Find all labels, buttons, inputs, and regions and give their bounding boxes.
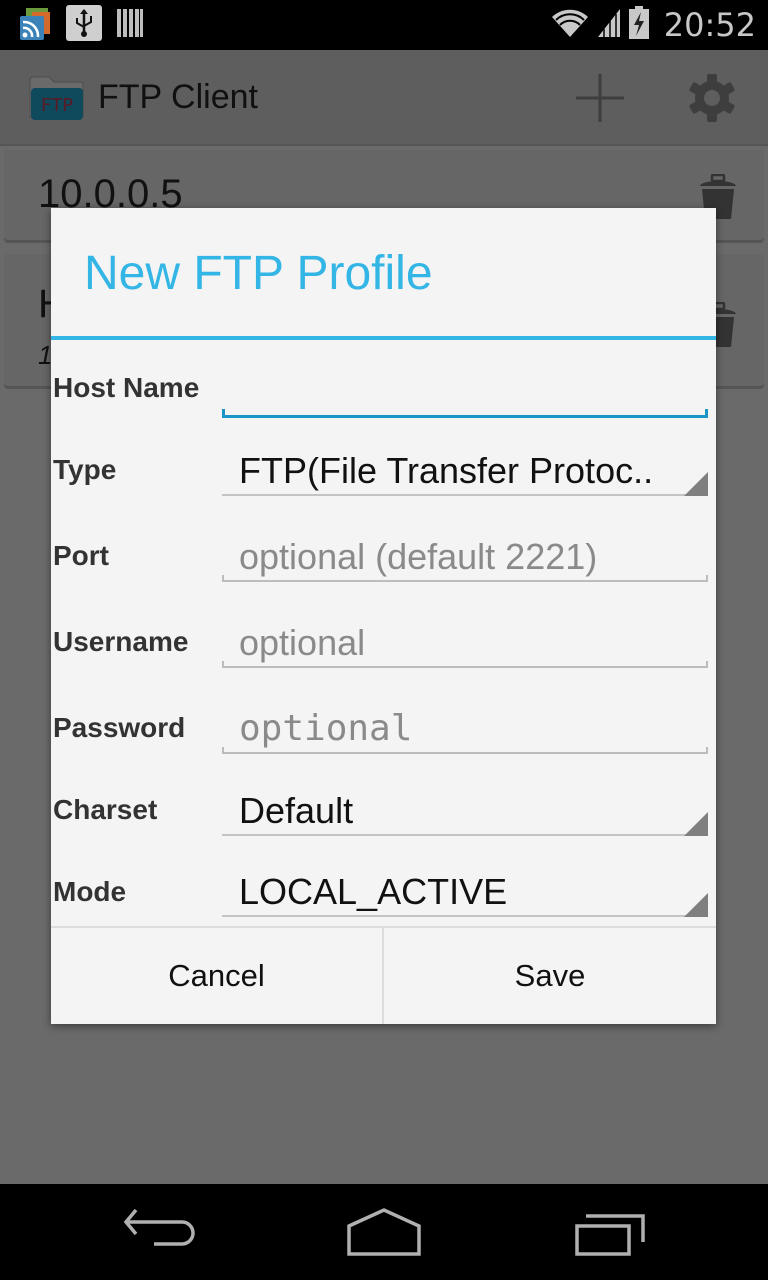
battery-charging-icon (628, 5, 650, 45)
navigation-bar (0, 1184, 768, 1280)
password-label: Password (53, 712, 186, 743)
title-divider (51, 336, 716, 340)
status-bar: 20:52 (0, 0, 768, 50)
password-placeholder: optional (239, 708, 413, 749)
add-profile-button[interactable] (572, 70, 628, 126)
mode-row: Mode LOCAL_ACTIVE (51, 862, 716, 924)
back-button[interactable] (114, 1204, 204, 1260)
back-icon (123, 1208, 195, 1246)
port-row: Port optional (default 2221) (51, 526, 716, 588)
home-button[interactable] (339, 1204, 429, 1260)
dialog-title: New FTP Profile (84, 247, 433, 300)
status-clock: 20:52 (663, 6, 756, 44)
port-placeholder: optional (default 2221) (239, 536, 598, 577)
port-label: Port (53, 540, 109, 571)
dropdown-arrow-icon (684, 472, 708, 496)
type-label: Type (53, 454, 117, 485)
username-placeholder: optional (239, 622, 366, 663)
recent-apps-button[interactable] (565, 1204, 655, 1260)
rss-feed-icon (18, 6, 52, 45)
home-icon (347, 1208, 421, 1256)
charset-row: Charset Default (51, 780, 716, 842)
cell-signal-icon (596, 7, 622, 44)
action-bar: FTP FTP Client (0, 50, 768, 146)
save-button[interactable]: Save (384, 928, 716, 1024)
settings-button[interactable] (686, 72, 738, 124)
barcode-icon (116, 7, 144, 44)
add-icon (576, 74, 624, 122)
dialog-button-bar: Cancel Save (51, 926, 716, 1024)
dropdown-arrow-icon (684, 812, 708, 836)
new-ftp-profile-dialog: New FTP Profile Host Name Type FTP(File … (51, 208, 716, 1024)
svg-text:FTP: FTP (41, 95, 73, 116)
username-row: Username optional (51, 612, 716, 674)
port-input[interactable]: optional (default 2221) (222, 532, 708, 582)
type-spinner[interactable]: FTP(File Transfer Protoc.. (222, 446, 708, 496)
password-input[interactable]: optional (222, 704, 708, 754)
recent-apps-icon (575, 1214, 645, 1256)
mode-label: Mode (53, 876, 127, 907)
password-row: Password optional (51, 698, 716, 760)
wifi-icon (550, 7, 590, 44)
host-name-row: Host Name (51, 358, 716, 420)
username-label: Username (53, 626, 189, 657)
type-row: Type FTP(File Transfer Protoc.. (51, 440, 716, 502)
type-selected-value: FTP(File Transfer Protoc.. (239, 450, 654, 491)
mode-spinner[interactable]: LOCAL_ACTIVE (222, 867, 708, 917)
cancel-button[interactable]: Cancel (51, 928, 382, 1024)
dropdown-arrow-icon (684, 893, 708, 917)
ftp-folder-logo-icon: FTP (28, 74, 86, 122)
charset-selected-value: Default (239, 790, 354, 831)
mode-selected-value: LOCAL_ACTIVE (239, 871, 508, 912)
gear-icon (689, 74, 735, 122)
charset-label: Charset (53, 794, 158, 825)
charset-spinner[interactable]: Default (222, 786, 708, 836)
host-name-label: Host Name (53, 372, 200, 403)
usb-icon (66, 4, 102, 46)
app-title: FTP Client (98, 78, 258, 116)
host-name-input[interactable] (222, 368, 708, 418)
username-input[interactable]: optional (222, 618, 708, 668)
